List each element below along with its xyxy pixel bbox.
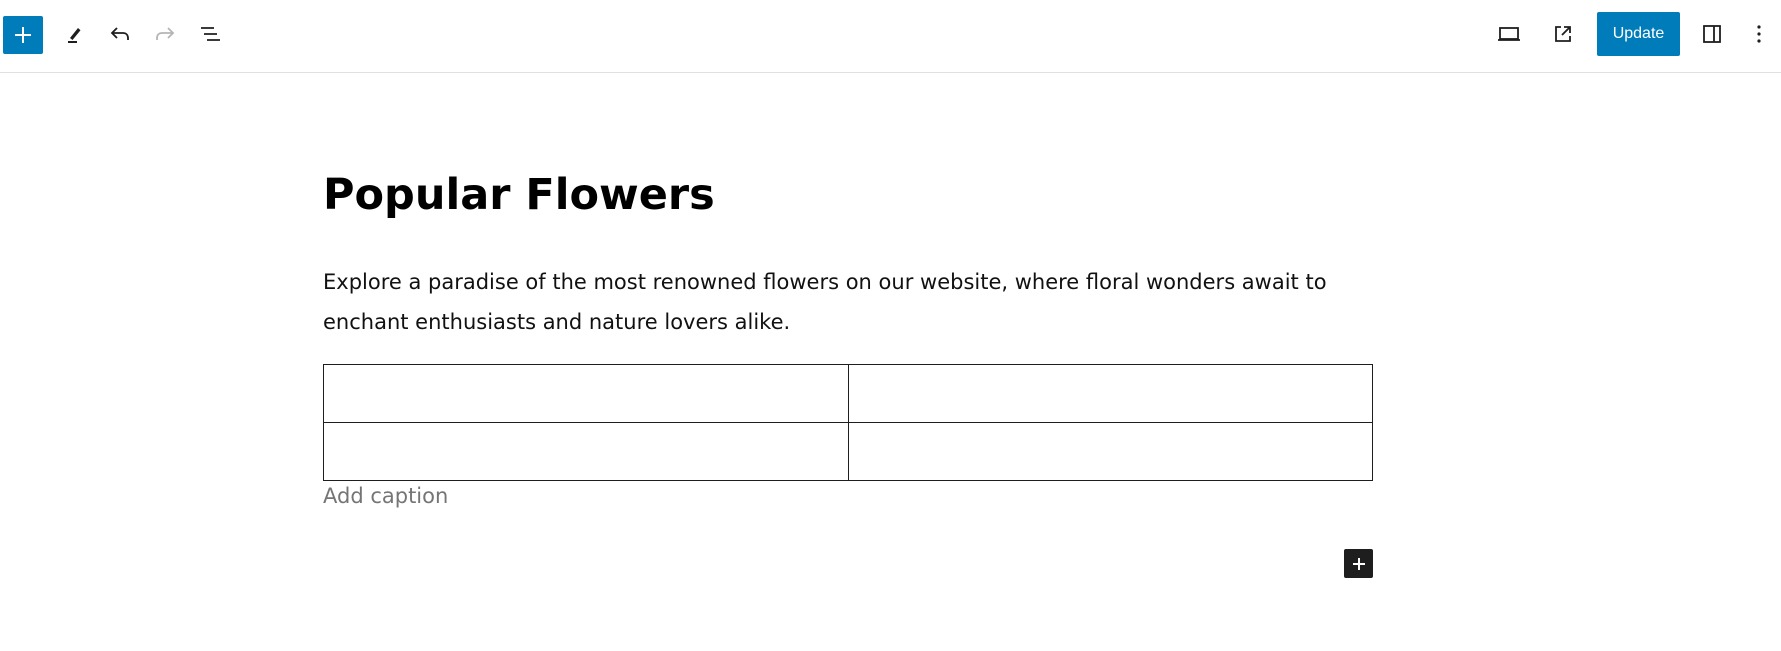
preview-button[interactable] [1489,14,1529,54]
view-post-button[interactable] [1543,14,1583,54]
table-cell[interactable] [847,364,1373,423]
more-vertical-icon [1757,25,1761,43]
paragraph-block[interactable]: Explore a paradise of the most renowned … [323,262,1373,342]
settings-sidebar-button[interactable] [1692,14,1732,54]
editor-canvas: Popular Flowers Explore a paradise of th… [0,74,1781,651]
list-view-icon [201,27,220,41]
table-row [323,364,1373,423]
table-row [323,422,1373,481]
undo-icon [110,27,129,40]
plus-icon [15,27,31,43]
table-cell[interactable] [323,364,849,423]
block-inserter-toggle-button[interactable] [3,16,43,54]
table-cell[interactable] [847,422,1373,481]
redo-button[interactable] [145,14,185,54]
pencil-icon [68,28,81,43]
tools-button[interactable] [55,14,95,54]
editor-top-toolbar: Update [0,0,1781,73]
plus-icon [1352,557,1365,570]
laptop-icon [1498,27,1520,41]
table-block[interactable] [323,364,1373,481]
undo-button[interactable] [100,14,140,54]
sidebar-panel-icon [1703,25,1721,43]
update-button[interactable]: Update [1597,12,1680,56]
redo-icon [156,27,175,40]
add-block-button[interactable] [1344,549,1373,578]
post-title[interactable]: Popular Flowers [323,170,1373,222]
external-link-icon [1555,26,1571,42]
list-view-button[interactable] [190,14,230,54]
options-menu-button[interactable] [1739,14,1779,54]
table-cell[interactable] [323,422,849,481]
table-caption-placeholder[interactable]: Add caption [323,484,448,508]
